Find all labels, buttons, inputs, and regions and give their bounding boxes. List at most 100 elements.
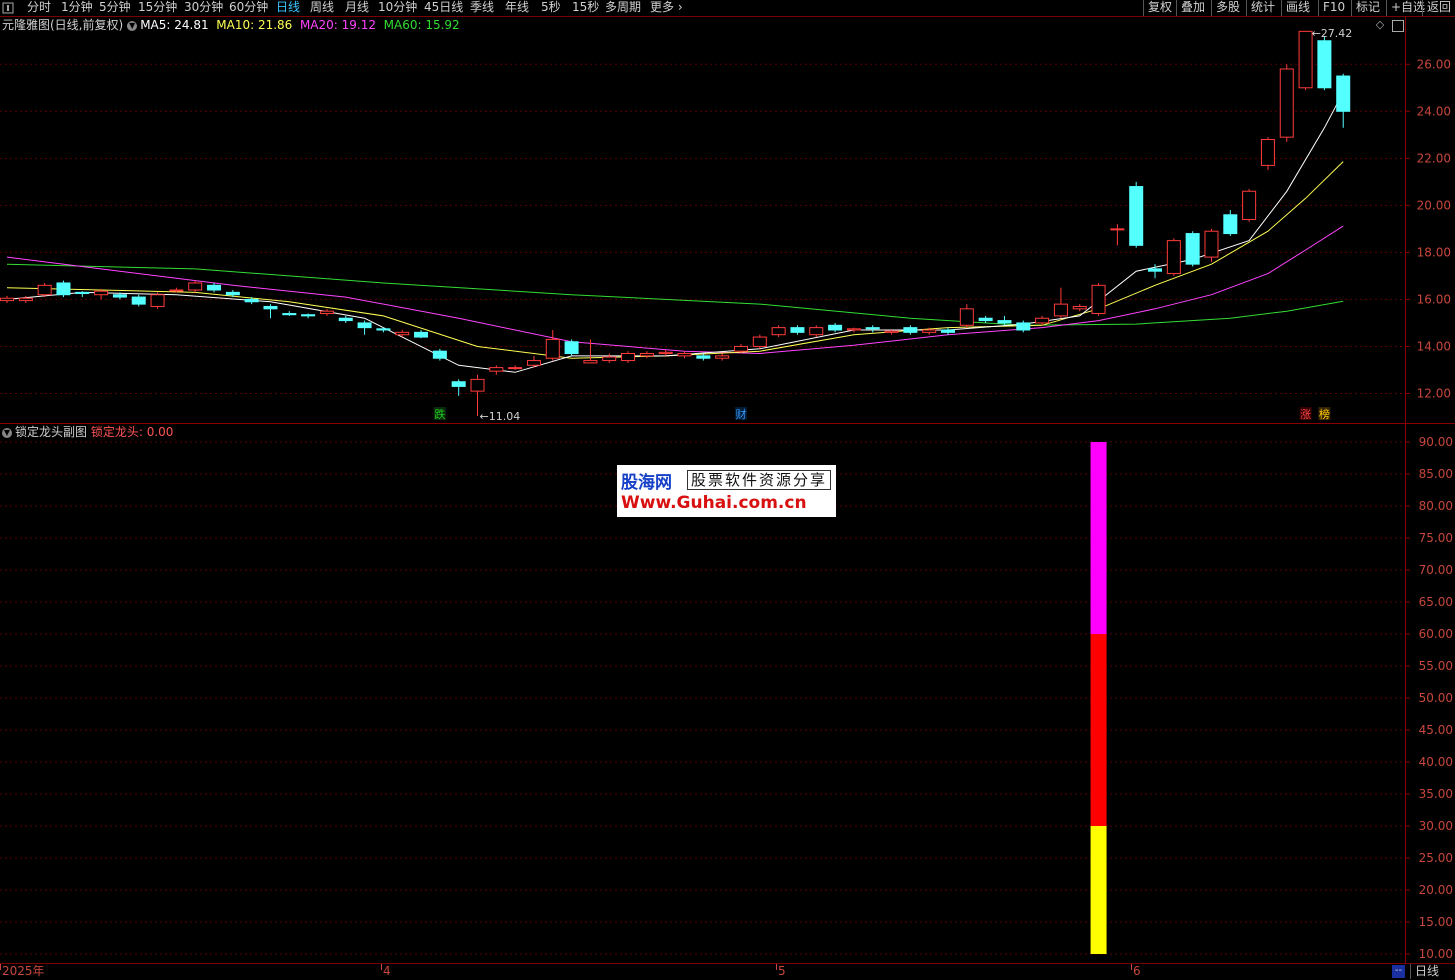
candle [564,339,579,356]
indicator-tick-label: 30.00 [1419,819,1453,833]
period-tab-45day[interactable]: 45日线 [424,0,463,16]
candle [828,322,843,333]
candle [432,348,447,361]
indicator-tick-label: 65.00 [1419,595,1453,609]
candle [809,325,824,338]
period-tab-10min[interactable]: 10分钟 [378,0,417,16]
candle [884,329,899,335]
period-tab-multi[interactable]: 多周期 [605,0,641,16]
indicator-tick-label: 40.00 [1419,755,1453,769]
candle [639,351,654,359]
period-tab-15sec[interactable]: 15秒 [572,0,599,16]
candle [414,329,429,339]
candle [301,313,316,319]
low-price-label: ←11.04 [480,410,521,423]
candle [451,379,466,396]
candle [263,304,278,319]
period-toolbar: 分时 1分钟 5分钟 15分钟 30分钟 60分钟 日线 周线 月线 10分钟 … [0,0,1455,17]
period-tab-60min[interactable]: 60分钟 [229,0,268,16]
candle [903,325,918,335]
signal-marker: 跌 [434,407,445,421]
candle [357,320,372,335]
candle [395,329,410,338]
period-tab-15min[interactable]: 15分钟 [138,0,177,16]
sub-grid [0,441,1405,955]
draw-line-button[interactable]: 画线 [1281,0,1314,16]
high-price-label: ←27.42 [1312,27,1353,40]
candle [319,308,334,316]
period-tab-monthly[interactable]: 月线 [345,0,369,16]
candle [658,349,673,356]
indicator-tick-label: 85.00 [1419,467,1453,481]
period-tab-5sec[interactable]: 5秒 [541,0,561,16]
overlay-button[interactable]: 叠加 [1176,0,1209,16]
period-tab-quarterly[interactable]: 季线 [470,0,494,16]
indicator-tick-label: 90.00 [1419,435,1453,449]
price-axis-ticks: 26.00 24.00 22.00 20.00 18.00 16.00 14.00 12.00 [1405,57,1451,400]
candle [1223,210,1238,236]
signal-marker: 涨 [1300,408,1311,421]
multi-stock-button[interactable]: 多股 [1211,0,1244,16]
candle [715,353,730,361]
candle [338,315,353,323]
indicator-tick-label: 15.00 [1419,915,1453,929]
candle [376,327,391,333]
price-annotations: ←27.42 ←11.04 跌 财 涨榜 [433,27,1353,423]
period-tab-weekly[interactable]: 周线 [310,0,334,16]
candle [1242,188,1257,222]
back-button[interactable]: 返回 [1422,0,1455,16]
candle [56,280,71,298]
price-tick-label: 14.00 [1417,339,1451,353]
candle [207,282,222,293]
period-tab-30min[interactable]: 30分钟 [184,0,223,16]
candle [37,282,52,298]
candle [1279,64,1294,142]
candle [508,365,523,370]
price-tick-label: 12.00 [1417,386,1451,400]
main-grid [0,63,1405,394]
indicator-tick-label: 10.00 [1419,947,1453,961]
candle [790,325,805,335]
statistics-button[interactable]: 统计 [1246,0,1279,16]
candle [941,327,955,335]
indicator-axis-ticks: 90.00 85.00 80.00 75.00 70.00 65.00 60.00 55.00… [1405,435,1453,961]
candle [489,365,504,375]
indicator-tick-label: 75.00 [1419,531,1453,545]
candle [1185,231,1200,267]
period-tab-bottom[interactable]: 日线 [1410,964,1443,979]
date-label-jun: 6 [1133,964,1141,978]
candlestick-chart[interactable]: 26.00 24.00 22.00 20.00 18.00 16.00 14.00 12.00… [0,17,1455,423]
candle [0,295,14,303]
candle [1260,137,1275,171]
price-tick-label: 16.00 [1417,292,1451,306]
f10-button[interactable]: F10 [1318,0,1349,16]
candle [1317,36,1332,91]
candle [677,351,692,359]
candle [1166,238,1181,276]
candle [978,315,993,323]
period-tab-1min[interactable]: 1分钟 [61,0,93,16]
candle [1110,224,1125,246]
corner-indicator[interactable]: -- [1392,965,1405,978]
indicator-tick-label: 25.00 [1419,851,1453,865]
period-tab-fenshi[interactable]: 分时 [27,0,51,16]
candle [959,304,974,328]
candle [188,280,203,293]
indicator-bars [1090,442,1107,954]
candle [1204,228,1219,262]
period-tab-daily[interactable]: 日线 [276,0,300,16]
mark-button[interactable]: 标记 [1351,0,1384,16]
indicator-tick-label: 50.00 [1419,691,1453,705]
candle [131,294,146,307]
candle [1072,304,1087,312]
candles [0,30,1351,417]
period-tab-yearly[interactable]: 年线 [505,0,529,16]
signal-marker: 财 [735,407,746,421]
panel-toggle-icon[interactable] [2,0,16,16]
fuquan-button[interactable]: 复权 [1143,0,1176,16]
period-tab-more[interactable]: 更多 › [650,0,683,16]
chevron-right-icon: › [674,0,683,14]
signal-marker: 榜 [1319,407,1330,421]
date-axis: 2025年 4 5 6 -- 日线 [0,963,1455,980]
period-tab-5min[interactable]: 5分钟 [99,0,131,16]
